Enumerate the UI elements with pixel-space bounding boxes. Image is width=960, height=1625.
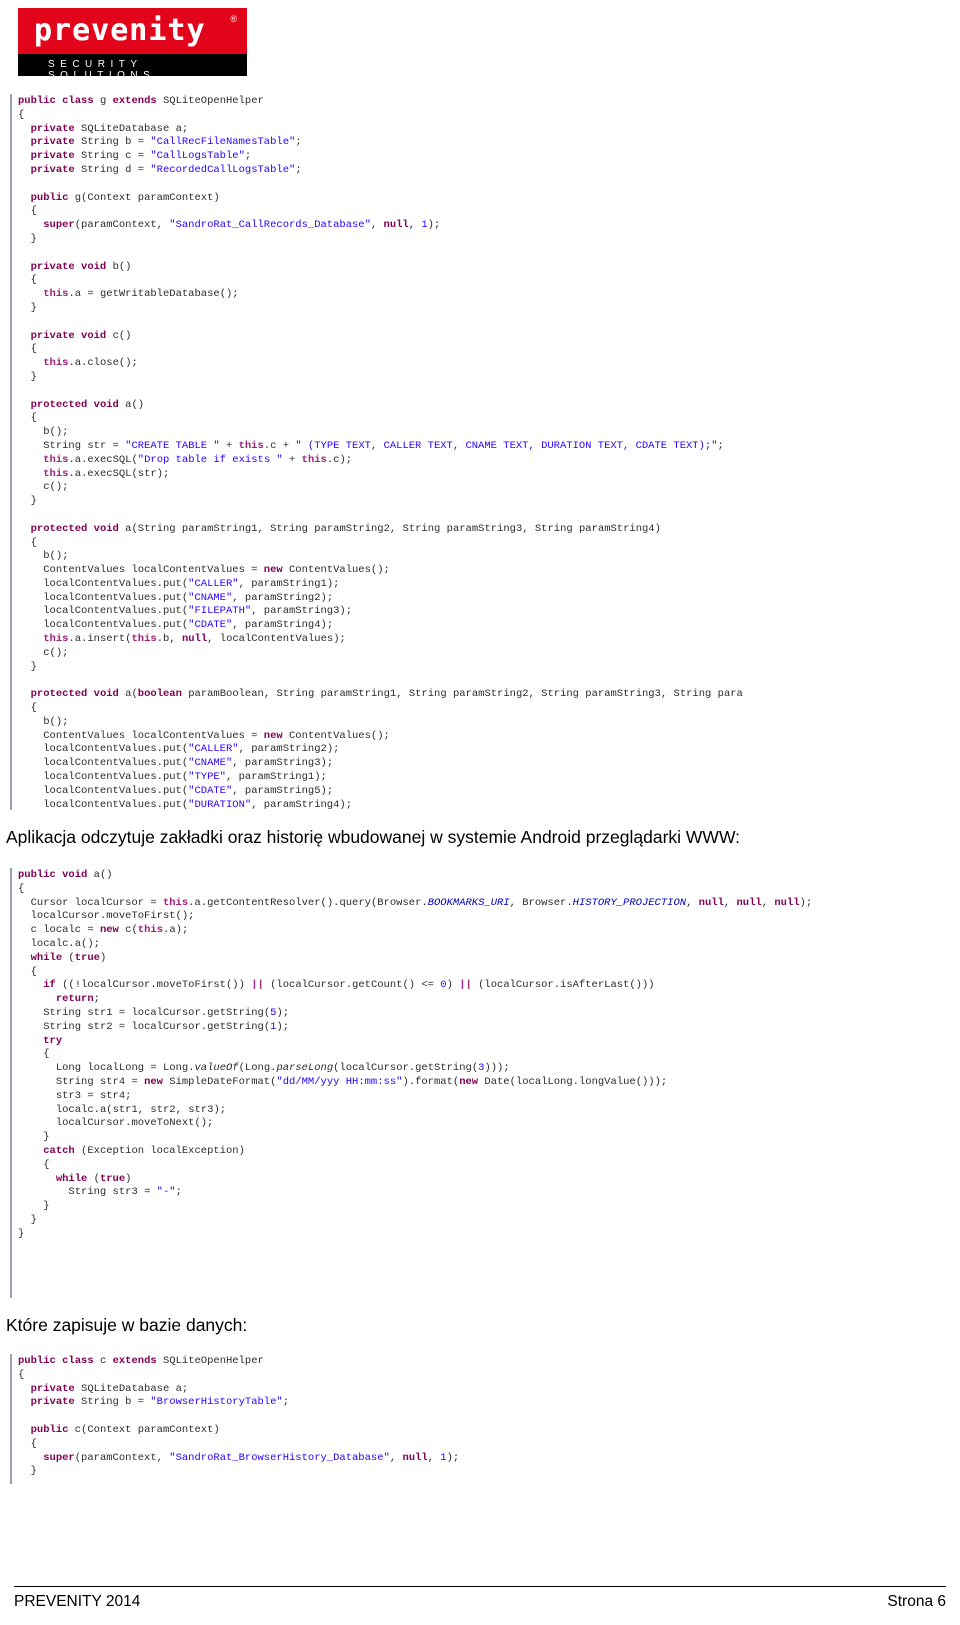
code-block-browser-history-helper: public class c extends SQLiteOpenHelper … <box>10 1354 960 1484</box>
logo-black-band: SECURITY SOLUTIONS <box>18 54 247 81</box>
footer-company: PREVENITY 2014 <box>14 1593 141 1610</box>
registered-trademark-icon: ® <box>230 14 237 24</box>
logo-wordmark: prevenity <box>34 13 206 48</box>
code-block-call-records-helper: public class g extends SQLiteOpenHelper … <box>10 94 960 810</box>
paragraph-saves-to-database: Które zapisuje w bazie danych: <box>6 1315 248 1335</box>
prevenity-logo: prevenity ® SECURITY SOLUTIONS <box>18 8 247 81</box>
footer-page-number: Strona 6 <box>887 1593 946 1610</box>
logo-tagline: SECURITY SOLUTIONS <box>48 59 156 81</box>
logo-red-band: prevenity ® <box>18 8 247 54</box>
code-text: public class g extends SQLiteOpenHelper … <box>18 95 743 810</box>
code-block-browser-cursor-read: public void a() { Cursor localCursor = t… <box>10 868 960 1298</box>
document-page: prevenity ® SECURITY SOLUTIONS public cl… <box>0 8 960 1625</box>
page-footer: PREVENITY 2014 Strona 6 <box>0 1586 960 1611</box>
paragraph-browser-reading: Aplikacja odczytuje zakładki oraz histor… <box>6 827 741 847</box>
code-text: public class c extends SQLiteOpenHelper … <box>18 1355 460 1478</box>
code-text: public void a() { Cursor localCursor = t… <box>18 869 813 1240</box>
footer-divider <box>14 1586 946 1587</box>
